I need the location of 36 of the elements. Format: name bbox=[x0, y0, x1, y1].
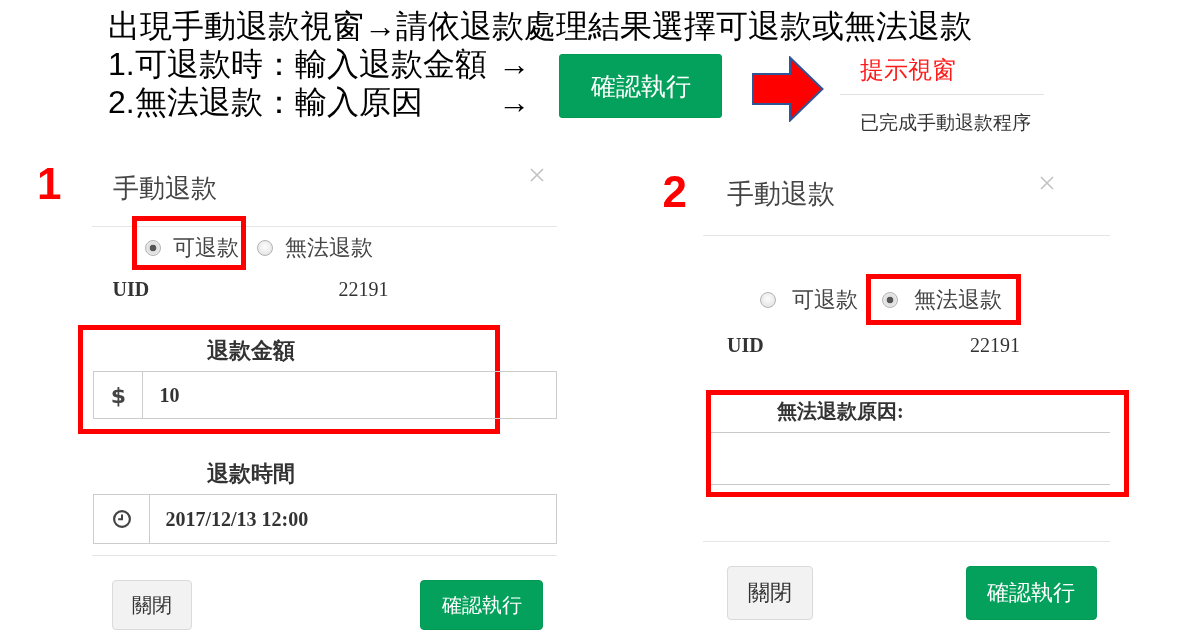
datetime-input[interactable]: 2017/12/13 12:00 bbox=[150, 494, 558, 544]
radio-button[interactable] bbox=[881, 292, 898, 308]
instruction-heading: 出現手動退款視窗→請依退款處理結果選擇可退款或無法退款 bbox=[108, 7, 972, 45]
close-button[interactable]: 關閉 bbox=[112, 580, 193, 630]
field-label: 無法退款原因: bbox=[776, 399, 904, 423]
radio-label[interactable]: 可退款 bbox=[791, 286, 858, 314]
clock-icon bbox=[113, 510, 131, 528]
step-number: 1 bbox=[37, 162, 62, 206]
field-label: 退款時間 bbox=[207, 461, 296, 487]
step-number: 2 bbox=[662, 170, 687, 214]
close-icon[interactable] bbox=[530, 168, 545, 182]
uid-value: 22191 bbox=[969, 333, 1020, 357]
radio-label[interactable]: 無法退款 bbox=[285, 234, 374, 262]
dialog-title: 手動退款 bbox=[726, 178, 835, 209]
popup-title: 提示視窗 bbox=[860, 55, 956, 85]
amount-input[interactable]: 10 bbox=[143, 371, 558, 419]
close-button[interactable]: 關閉 bbox=[726, 566, 813, 620]
uid-value: 22191 bbox=[338, 277, 389, 301]
radio-button[interactable] bbox=[145, 240, 162, 256]
field-label: 退款金額 bbox=[207, 338, 296, 364]
uid-label: UID bbox=[112, 277, 150, 301]
radio-button[interactable] bbox=[759, 292, 776, 308]
radio-label[interactable]: 無法退款 bbox=[913, 286, 1002, 314]
dialog-title: 手動退款 bbox=[113, 173, 218, 203]
popup-message: 已完成手動退款程序 bbox=[860, 110, 1031, 134]
input-addon: $ bbox=[93, 371, 144, 419]
close-icon[interactable] bbox=[1039, 176, 1054, 190]
step-arrow: → bbox=[498, 83, 530, 121]
instruction-step: 1.可退款時：輸入退款金額 bbox=[108, 45, 487, 83]
radio-button[interactable] bbox=[257, 240, 274, 256]
radio-label[interactable]: 可退款 bbox=[173, 234, 240, 262]
arrow-icon bbox=[752, 56, 824, 122]
instruction-step: 2.無法退款：輸入原因 bbox=[108, 83, 423, 121]
uid-label: UID bbox=[726, 333, 764, 357]
step-arrow: → bbox=[498, 45, 530, 83]
reason-textarea[interactable] bbox=[710, 432, 1110, 485]
